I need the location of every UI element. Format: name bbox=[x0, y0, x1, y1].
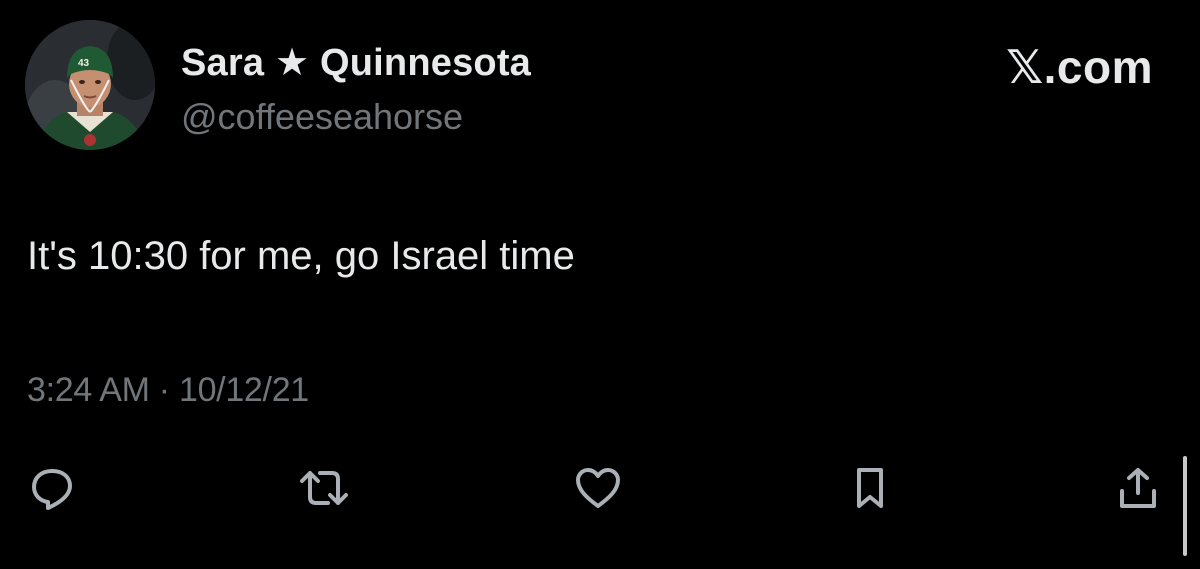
share-button[interactable] bbox=[1110, 460, 1166, 516]
like-button[interactable] bbox=[570, 460, 626, 516]
display-name[interactable]: Sara ★ Quinnesota bbox=[181, 40, 531, 85]
retweet-icon bbox=[300, 471, 348, 505]
retweet-button[interactable] bbox=[296, 460, 352, 516]
svg-text:43: 43 bbox=[78, 58, 90, 69]
scrollbar[interactable] bbox=[1183, 456, 1187, 556]
tweet-card: 43 Sara ★ Quinnesota @coffeeseahorse 𝕏.c… bbox=[0, 0, 1200, 569]
brand-label: 𝕏.com bbox=[1006, 41, 1153, 93]
tweet-text: It's 10:30 for me, go Israel time bbox=[27, 234, 575, 278]
avatar[interactable]: 43 bbox=[25, 20, 155, 150]
action-bar bbox=[0, 460, 1200, 520]
avatar-image: 43 bbox=[25, 20, 155, 150]
heart-icon bbox=[576, 468, 620, 508]
reply-button[interactable] bbox=[24, 460, 80, 516]
share-icon bbox=[1120, 468, 1156, 508]
reply-icon bbox=[32, 469, 72, 510]
user-handle[interactable]: @coffeeseahorse bbox=[181, 96, 463, 138]
tweet-timestamp[interactable]: 3:24 AM · 10/12/21 bbox=[27, 371, 309, 410]
bookmark-button[interactable] bbox=[842, 460, 898, 516]
bookmark-icon bbox=[857, 468, 883, 508]
